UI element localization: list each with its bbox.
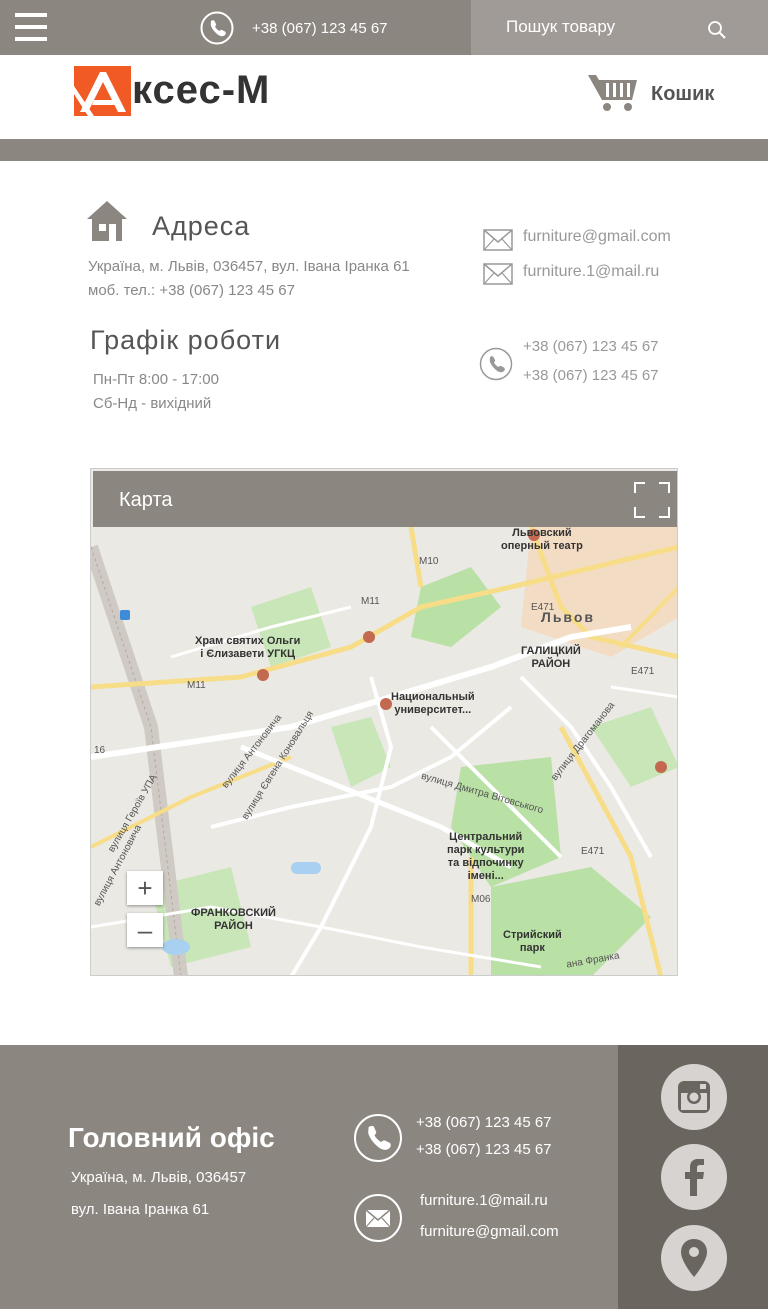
map-road-label: E471: [631, 666, 655, 677]
facebook-icon[interactable]: [661, 1144, 727, 1210]
cart-label[interactable]: Кошик: [651, 83, 714, 106]
schedule-weekdays: Пн-Пт 8:00 - 17:00: [93, 371, 219, 388]
map-canvas[interactable]: [91, 527, 678, 976]
map-road-label: M11: [361, 596, 380, 607]
map-widget[interactable]: Львовский оперный театр Львов ГАЛИЦКИЙ РАЙ…: [90, 468, 678, 976]
map-road-label: M10: [419, 556, 439, 567]
address-title: Адреса: [152, 211, 251, 241]
map-title: Карта: [119, 489, 173, 511]
search-input[interactable]: [506, 14, 706, 40]
phone-icon: [479, 347, 513, 381]
phone-number[interactable]: +38 (067) 123 45 67: [523, 338, 659, 355]
logo[interactable]: ксес-М: [74, 66, 304, 118]
map-label-stryi-park: Стрийский парк: [503, 929, 562, 954]
map-label-opera: Львовский оперный театр: [501, 527, 583, 552]
phone-number[interactable]: +38 (067) 123 45 67: [523, 367, 659, 384]
map-label-university: Национальный университет...: [391, 691, 475, 716]
footer-email[interactable]: furniture.1@mail.ru: [420, 1192, 548, 1209]
zoom-in-button[interactable]: +: [127, 871, 163, 905]
header: ксес-М Кошик: [0, 55, 768, 139]
mail-icon: [354, 1194, 402, 1242]
fullscreen-icon[interactable]: [633, 481, 671, 519]
search-icon[interactable]: [707, 20, 727, 40]
footer-address-line: Україна, м. Львів, 036457: [71, 1169, 247, 1186]
map-road-label: M06: [471, 894, 491, 905]
footer: Головний офіс Україна, м. Львів, 036457 …: [0, 1045, 768, 1309]
top-bar: +38 (067) 123 45 67: [0, 0, 768, 55]
map-road-label: M11: [187, 680, 206, 691]
footer-address-line: вул. Івана Іранка 61: [71, 1201, 210, 1218]
cart-icon[interactable]: [588, 72, 638, 112]
home-icon: [87, 201, 127, 241]
zoom-out-button[interactable]: –: [127, 913, 163, 947]
social-panel: [618, 1045, 768, 1309]
phone-icon: [200, 11, 234, 45]
footer-phone[interactable]: +38 (067) 123 45 67: [416, 1141, 552, 1158]
footer-title: Головний офіс: [68, 1122, 275, 1153]
search-box: [471, 0, 768, 55]
email-link[interactable]: furniture@gmail.com: [523, 228, 671, 246]
map-road-label: 16: [94, 745, 106, 756]
map-road-label: E471: [581, 846, 605, 857]
hamburger-menu-icon[interactable]: [15, 13, 47, 43]
header-divider: [0, 139, 768, 161]
instagram-icon[interactable]: [661, 1064, 727, 1130]
location-pin-icon[interactable]: [661, 1225, 727, 1291]
map-label-galician-district: ГАЛИЦКИЙ РАЙОН: [521, 645, 581, 670]
phone-icon: [354, 1114, 402, 1162]
schedule-weekend: Сб-Нд - вихідний: [93, 395, 212, 412]
map-label-church: Храм святих Ольги і Єлизавети УГКЦ: [195, 635, 301, 660]
footer-phone[interactable]: +38 (067) 123 45 67: [416, 1114, 552, 1131]
logo-mark-icon: [74, 66, 131, 116]
logo-text: ксес-М: [132, 68, 271, 112]
mail-icon: [483, 263, 513, 285]
footer-email[interactable]: furniture@gmail.com: [420, 1223, 559, 1240]
map-header: Карта: [93, 471, 677, 527]
email-link[interactable]: furniture.1@mail.ru: [523, 263, 659, 281]
address-text: Україна, м. Львів, 036457, вул. Івана Ір…: [88, 258, 410, 275]
top-phone-number[interactable]: +38 (067) 123 45 67: [252, 20, 388, 37]
map-road-label: E471: [531, 602, 555, 613]
map-label-central-park: Центральний парк культури та відпочинку іме…: [447, 831, 525, 882]
schedule-title: Графік роботи: [90, 325, 282, 355]
map-label-frankivsk-district: ФРАНКОВСКИЙ РАЙОН: [191, 907, 276, 932]
mail-icon: [483, 229, 513, 251]
mobile-phone-text: моб. тел.: +38 (067) 123 45 67: [88, 282, 295, 299]
